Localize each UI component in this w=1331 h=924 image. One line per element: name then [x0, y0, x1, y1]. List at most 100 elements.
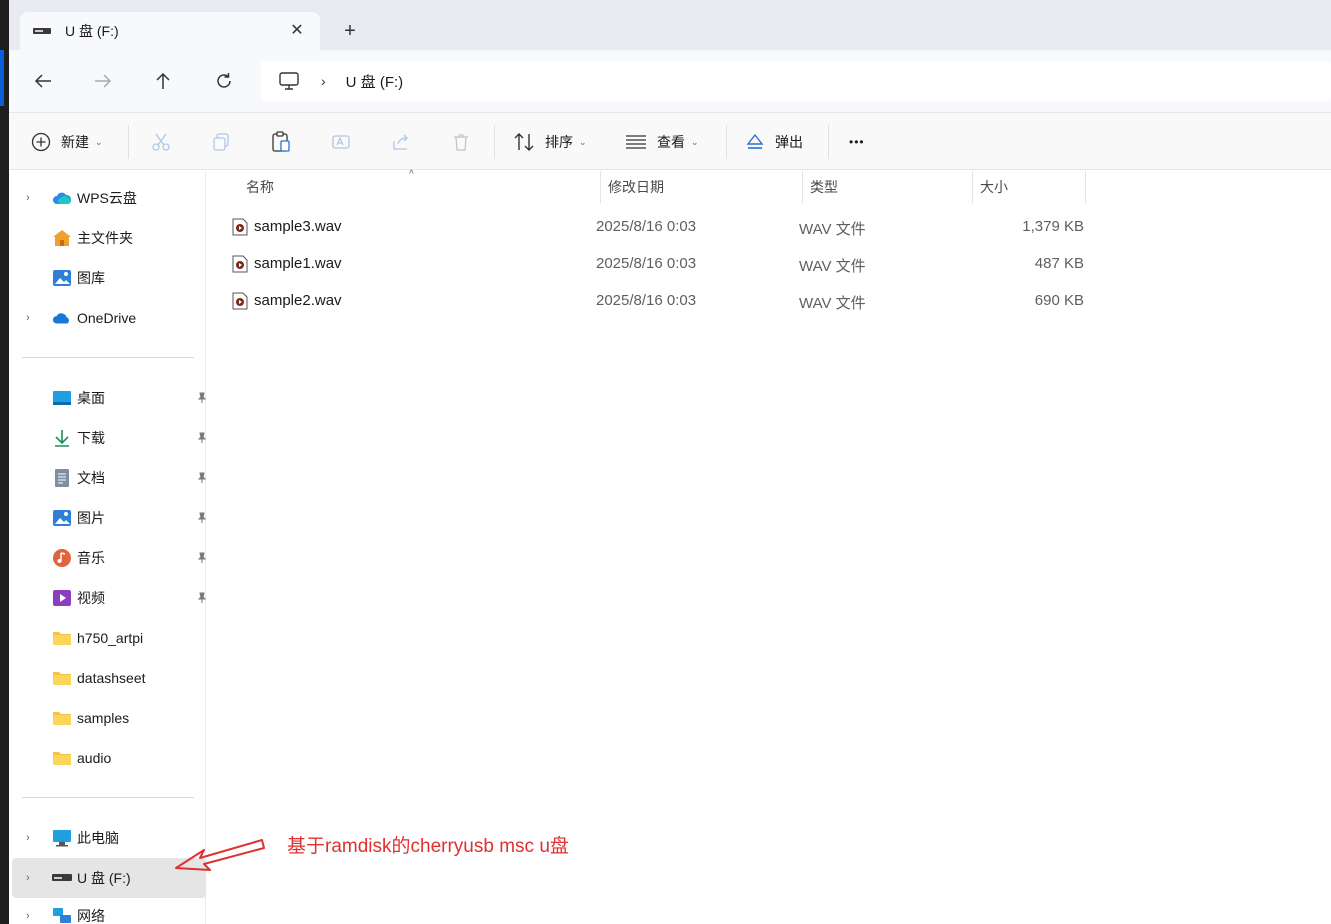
expand-chevron-icon[interactable]: ›: [26, 910, 30, 922]
sidebar-item-onedrive[interactable]: › OneDrive: [12, 300, 204, 336]
up-button[interactable]: [151, 69, 175, 93]
sidebar-item-datashseet[interactable]: datashseet: [12, 660, 204, 696]
sidebar-item-label: datashseet: [77, 670, 146, 686]
eject-button[interactable]: 弹出: [745, 129, 803, 155]
expand-chevron-icon[interactable]: ›: [26, 192, 30, 204]
file-name: sample1.wav: [254, 255, 342, 272]
file-size: 1,379 KB: [1022, 218, 1084, 235]
close-tab-button[interactable]: ✕: [288, 22, 306, 40]
audio-file-icon: [232, 292, 248, 310]
sidebar-item-label: OneDrive: [77, 310, 137, 326]
column-header-type[interactable]: 类型: [803, 171, 971, 203]
network-icon: [52, 906, 72, 924]
sort-button[interactable]: 排序 ⌄: [513, 129, 587, 155]
cut-button[interactable]: [151, 129, 171, 155]
column-divider[interactable]: [1085, 171, 1086, 203]
view-button[interactable]: 查看 ⌄: [625, 129, 699, 155]
column-header-size[interactable]: 大小: [973, 171, 1085, 203]
desktop-icon: [52, 388, 72, 408]
sidebar-item-audio[interactable]: audio: [12, 740, 204, 776]
more-options-button[interactable]: •••: [849, 129, 865, 155]
trash-icon: [454, 134, 468, 151]
sidebar-item-h750-artpi[interactable]: h750_artpi: [12, 620, 204, 656]
sidebar-item-wps-cloud[interactable]: › WPS云盘: [12, 180, 204, 216]
expand-chevron-icon[interactable]: ›: [26, 832, 30, 844]
file-row[interactable]: sample2.wav 2025/8/16 0:03 WAV 文件 690 KB: [230, 282, 1084, 318]
window-accent: [0, 50, 4, 106]
sidebar-item-network[interactable]: › 网络: [12, 898, 204, 924]
toolbar-divider: [494, 125, 495, 159]
breadcrumb-current[interactable]: U 盘 (F:): [346, 71, 404, 92]
file-list: ^ 名称 修改日期 类型 大小 sample3.wav 2025/8/16 0:…: [206, 169, 1331, 924]
up-arrow-icon: [156, 72, 170, 89]
sidebar-item-home[interactable]: 主文件夹: [12, 220, 204, 256]
clipboard-icon: [272, 131, 290, 152]
cloud-icon: [52, 188, 72, 208]
pictures-icon: [52, 508, 72, 528]
sidebar-item-desktop[interactable]: 桌面: [12, 380, 207, 416]
address-bar[interactable]: › U 盘 (F:): [261, 61, 1331, 101]
tab-title: U 盘 (F:): [65, 23, 119, 39]
share-icon: [393, 134, 408, 150]
copy-icon: [213, 133, 229, 151]
file-name: sample3.wav: [254, 218, 342, 235]
view-list-icon: [626, 135, 646, 149]
file-row[interactable]: sample3.wav 2025/8/16 0:03 WAV 文件 1,379 …: [230, 208, 1084, 244]
sidebar-item-gallery[interactable]: 图库: [12, 260, 204, 296]
videos-icon: [52, 588, 72, 608]
sidebar-item-label: 网络: [77, 908, 105, 924]
new-tab-button[interactable]: +: [339, 20, 361, 42]
tab-u-drive[interactable]: U 盘 (F:) ✕: [20, 12, 320, 50]
new-label: 新建: [61, 134, 89, 150]
paste-button[interactable]: [271, 129, 291, 155]
file-modified: 2025/8/16 0:03: [596, 292, 697, 309]
toolbar-divider: [726, 125, 727, 159]
file-row[interactable]: sample1.wav 2025/8/16 0:03 WAV 文件 487 KB: [230, 245, 1084, 281]
download-icon: [52, 428, 72, 448]
sidebar-item-label: samples: [77, 710, 130, 726]
copy-button[interactable]: [211, 129, 231, 155]
audio-file-icon: [232, 255, 248, 273]
rename-button[interactable]: [331, 129, 351, 155]
music-icon: [52, 548, 72, 568]
column-header-modified[interactable]: 修改日期: [601, 171, 801, 203]
delete-button[interactable]: [451, 129, 471, 155]
forward-arrow-icon: [95, 74, 112, 88]
eject-label: 弹出: [775, 134, 803, 150]
sidebar-item-videos[interactable]: 视频: [12, 580, 207, 616]
chevron-down-icon: ⌄: [691, 136, 699, 147]
sidebar-item-label: 下载: [77, 430, 105, 446]
file-type: WAV 文件: [799, 258, 866, 275]
sidebar-item-downloads[interactable]: 下载: [12, 420, 207, 456]
file-size: 487 KB: [1034, 255, 1084, 272]
eject-icon: [746, 133, 764, 149]
refresh-button[interactable]: [212, 69, 236, 93]
sidebar-item-label: WPS云盘: [77, 190, 137, 206]
folder-icon: [52, 748, 72, 768]
sidebar-item-music[interactable]: 音乐: [12, 540, 207, 576]
sidebar-item-pictures[interactable]: 图片: [12, 500, 207, 536]
expand-chevron-icon[interactable]: ›: [26, 872, 30, 884]
share-button[interactable]: [391, 129, 411, 155]
breadcrumb-chevron-icon[interactable]: ›: [321, 73, 326, 89]
computer-icon: [279, 72, 299, 90]
folder-icon: [52, 628, 72, 648]
chevron-down-icon: ⌄: [95, 136, 103, 147]
chevron-down-icon: ⌄: [579, 136, 587, 147]
sidebar-item-label: 视频: [77, 590, 105, 606]
sidebar-item-documents[interactable]: 文档: [12, 460, 207, 496]
column-header-name[interactable]: 名称: [239, 171, 599, 203]
forward-button[interactable]: [91, 69, 115, 93]
sidebar-item-label: 此电脑: [77, 830, 119, 846]
command-bar: 新建 ⌄ 排序 ⌄ 查看 ⌄ 弹出 •••: [9, 112, 1331, 170]
expand-chevron-icon[interactable]: ›: [26, 312, 30, 324]
back-button[interactable]: [31, 69, 55, 93]
new-button[interactable]: 新建 ⌄: [31, 129, 103, 155]
sidebar-item-samples[interactable]: samples: [12, 700, 204, 736]
rename-icon: [332, 135, 350, 149]
toolbar-divider: [828, 125, 829, 159]
file-modified: 2025/8/16 0:03: [596, 218, 697, 235]
file-modified: 2025/8/16 0:03: [596, 255, 697, 272]
sidebar-item-label: 音乐: [77, 550, 105, 566]
annotation-arrow-icon: [175, 839, 265, 871]
